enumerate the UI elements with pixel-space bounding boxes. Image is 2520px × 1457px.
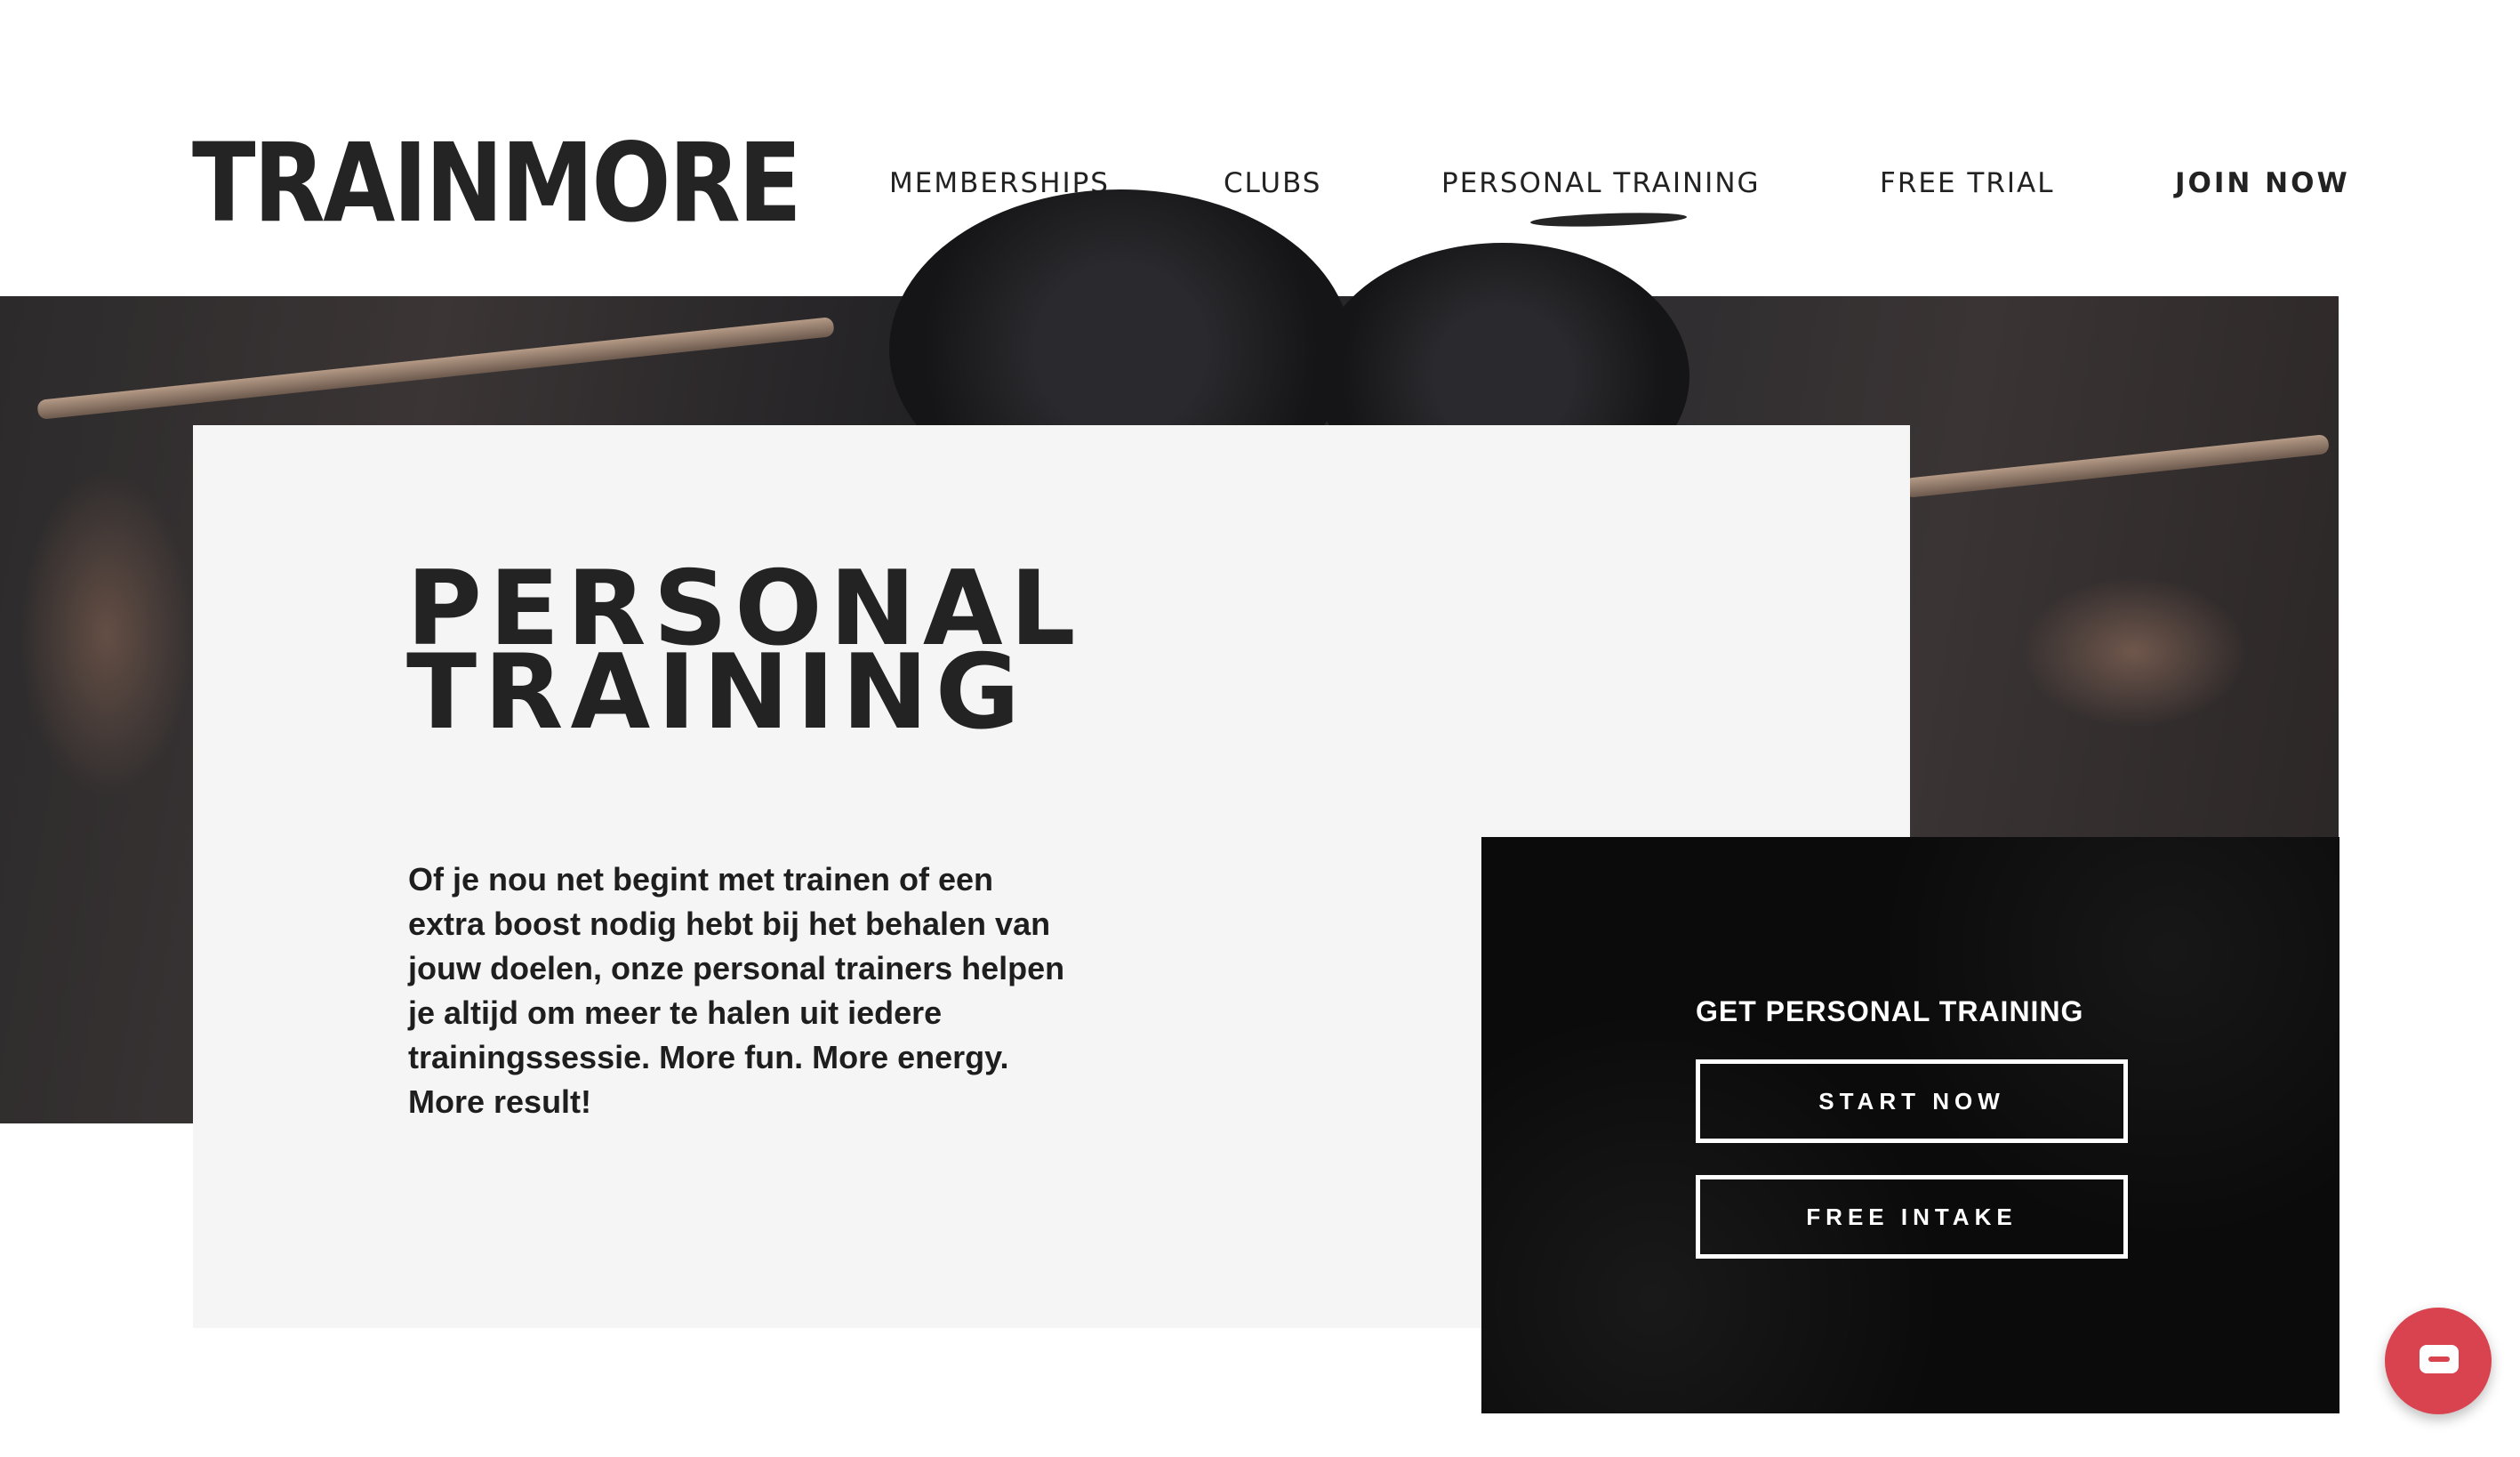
chat-button[interactable] — [2385, 1308, 2492, 1414]
nav-item-personal-training[interactable]: PERSONAL TRAINING — [1441, 167, 1761, 199]
nav-item-clubs[interactable]: CLUBS — [1224, 167, 1321, 199]
page-title-line-2: TRAINING — [406, 632, 1027, 753]
main-nav: MEMBERSHIPS CLUBS PERSONAL TRAINING FREE… — [0, 167, 2520, 221]
page: TRAINMORE MEMBERSHIPS CLUBS PERSONAL TRA… — [0, 0, 2520, 1457]
cta-box: GET PERSONAL TRAINING START NOW FREE INT… — [1481, 837, 2339, 1413]
nav-item-free-trial[interactable]: FREE TRIAL — [1880, 167, 2055, 199]
nav-item-join-now[interactable]: JOIN NOW — [2175, 167, 2350, 199]
start-now-button[interactable]: START NOW — [1696, 1059, 2128, 1143]
page-title: PERSONAL TRAINING — [406, 558, 1207, 753]
cta-heading: GET PERSONAL TRAINING — [1696, 995, 2084, 1027]
chat-icon — [2420, 1345, 2459, 1373]
free-intake-button[interactable]: FREE INTAKE — [1696, 1175, 2128, 1259]
intro-text: Of je nou net begint met trainen of een … — [408, 861, 1065, 1120]
